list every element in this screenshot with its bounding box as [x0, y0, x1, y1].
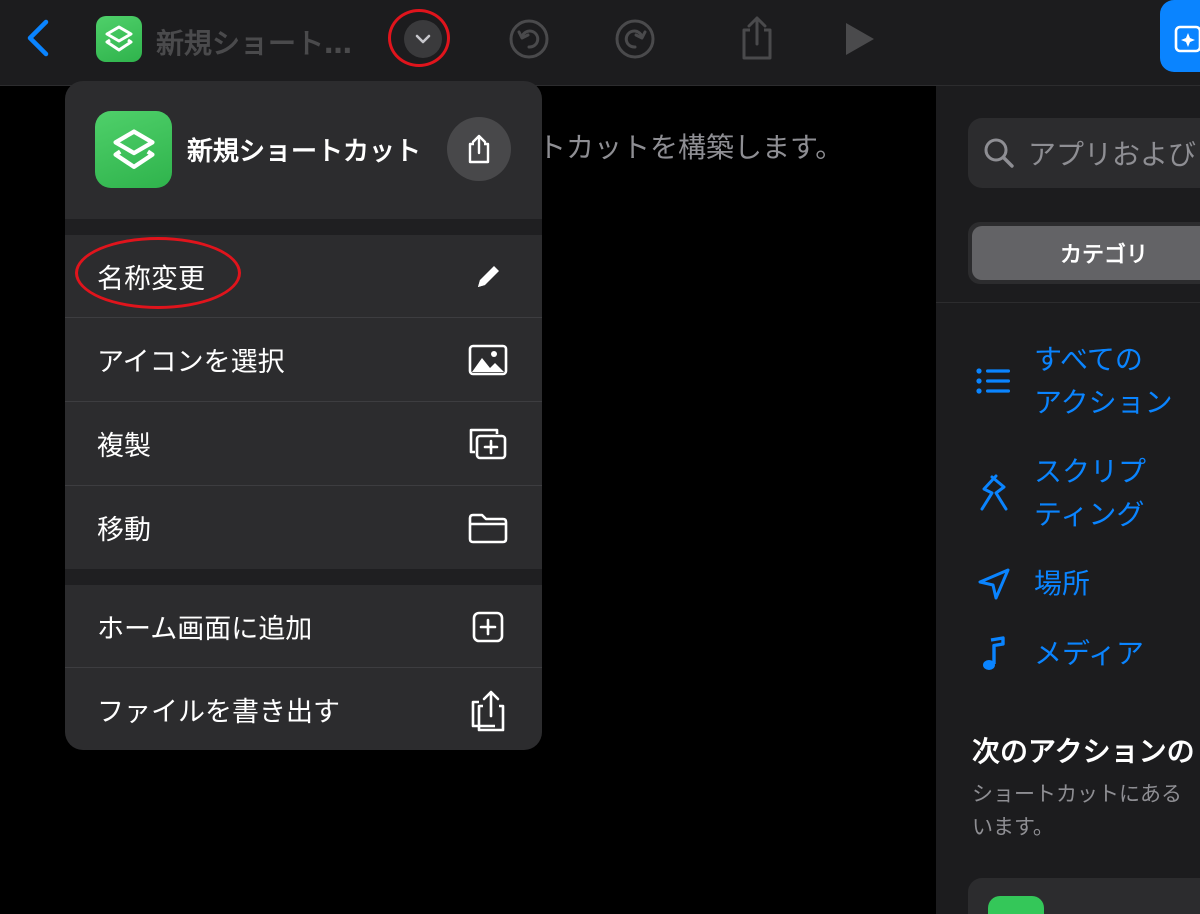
next-actions-description: ショートカットにある います。 [972, 782, 1182, 839]
menu-share-button[interactable] [447, 117, 511, 181]
category-all-actions[interactable]: すべての アクション [976, 338, 1173, 425]
menu-item-label: 名称変更 [97, 264, 205, 295]
menu-item-rename[interactable]: 名称変更 [65, 235, 542, 318]
menu-item-label: ホーム画面に追加 [97, 614, 313, 645]
category-location[interactable]: 場所 [976, 562, 1090, 605]
category-label: メディア [1034, 637, 1145, 670]
actions-panel: アプリおよび カテゴリ すべての アクション スクリプ ティング 場所 メディア… [936, 0, 1200, 914]
menu-section-gap [65, 219, 542, 235]
menu-item-export-file[interactable]: ファイルを書き出す [65, 668, 542, 750]
back-button[interactable] [18, 18, 58, 58]
pencil-icon [466, 255, 510, 299]
export-icon [466, 688, 510, 732]
menu-item-move[interactable]: 移動 [65, 486, 542, 569]
menu-shortcut-title: 新規ショートカット [187, 137, 422, 167]
scripting-icon [980, 474, 1008, 511]
search-icon [984, 138, 1014, 168]
shortcut-options-menu: 新規ショートカット 名称変更 アイコンを選択 複製 移動 ホーム画面に追加 ファ… [65, 81, 542, 750]
undo-button[interactable] [508, 18, 550, 60]
category-label: 場所 [1034, 567, 1091, 600]
chevron-left-icon [27, 19, 49, 57]
music-note-icon [983, 635, 1005, 670]
segment-categories[interactable]: カテゴリ [972, 226, 1200, 280]
panel-header [936, 0, 1200, 86]
share-icon [468, 134, 490, 164]
menu-section-gap [65, 569, 542, 585]
title-menu-button[interactable] [404, 20, 442, 58]
menu-item-duplicate[interactable]: 複製 [65, 402, 542, 485]
category-media[interactable]: メディア [976, 632, 1144, 675]
editor-toolbar: 新規ショート… [0, 0, 936, 86]
menu-item-add-to-home[interactable]: ホーム画面に追加 [65, 585, 542, 668]
suggested-action-card[interactable] [968, 878, 1200, 914]
photo-icon [466, 338, 510, 382]
plus-square-icon [466, 605, 510, 649]
folder-icon [466, 506, 510, 550]
share-icon [742, 16, 772, 60]
shortcut-icon-button[interactable] [96, 16, 142, 62]
shortcuts-app-icon [112, 128, 155, 169]
sparkle-library-icon [1174, 25, 1200, 53]
chevron-down-icon [415, 34, 431, 44]
divider [936, 302, 1200, 303]
messages-app-icon [988, 896, 1044, 914]
shortcut-title[interactable]: 新規ショート… [156, 22, 352, 62]
menu-item-label: 移動 [97, 515, 151, 546]
menu-item-label: ファイルを書き出す [97, 697, 340, 728]
menu-item-choose-icon[interactable]: アイコンを選択 [65, 318, 542, 401]
action-search-field[interactable]: アプリおよび [968, 118, 1200, 188]
play-icon [846, 23, 874, 55]
category-scripting[interactable]: スクリプ ティング [976, 450, 1146, 537]
menu-header: 新規ショートカット [65, 81, 542, 219]
list-icon [976, 368, 1010, 394]
search-placeholder: アプリおよび [1028, 138, 1197, 171]
share-button[interactable] [736, 14, 778, 62]
segmented-control: カテゴリ [968, 222, 1200, 284]
menu-item-label: アイコンを選択 [97, 347, 285, 378]
shortcuts-app-icon [105, 25, 133, 52]
category-label: すべての アクション [1034, 343, 1173, 420]
menu-item-label: 複製 [97, 431, 151, 462]
redo-icon [615, 19, 655, 59]
shortcut-app-icon [95, 111, 172, 188]
location-arrow-icon [978, 568, 1010, 600]
action-library-button[interactable] [1160, 0, 1200, 72]
canvas-hint-text: トカットを構築します。 [538, 131, 844, 164]
category-label: スクリプ ティング [1034, 455, 1147, 532]
run-button[interactable] [838, 18, 880, 60]
redo-button[interactable] [614, 18, 656, 60]
undo-icon [509, 19, 549, 59]
duplicate-icon [466, 422, 510, 466]
next-actions-title: 次のアクションの [972, 735, 1195, 768]
